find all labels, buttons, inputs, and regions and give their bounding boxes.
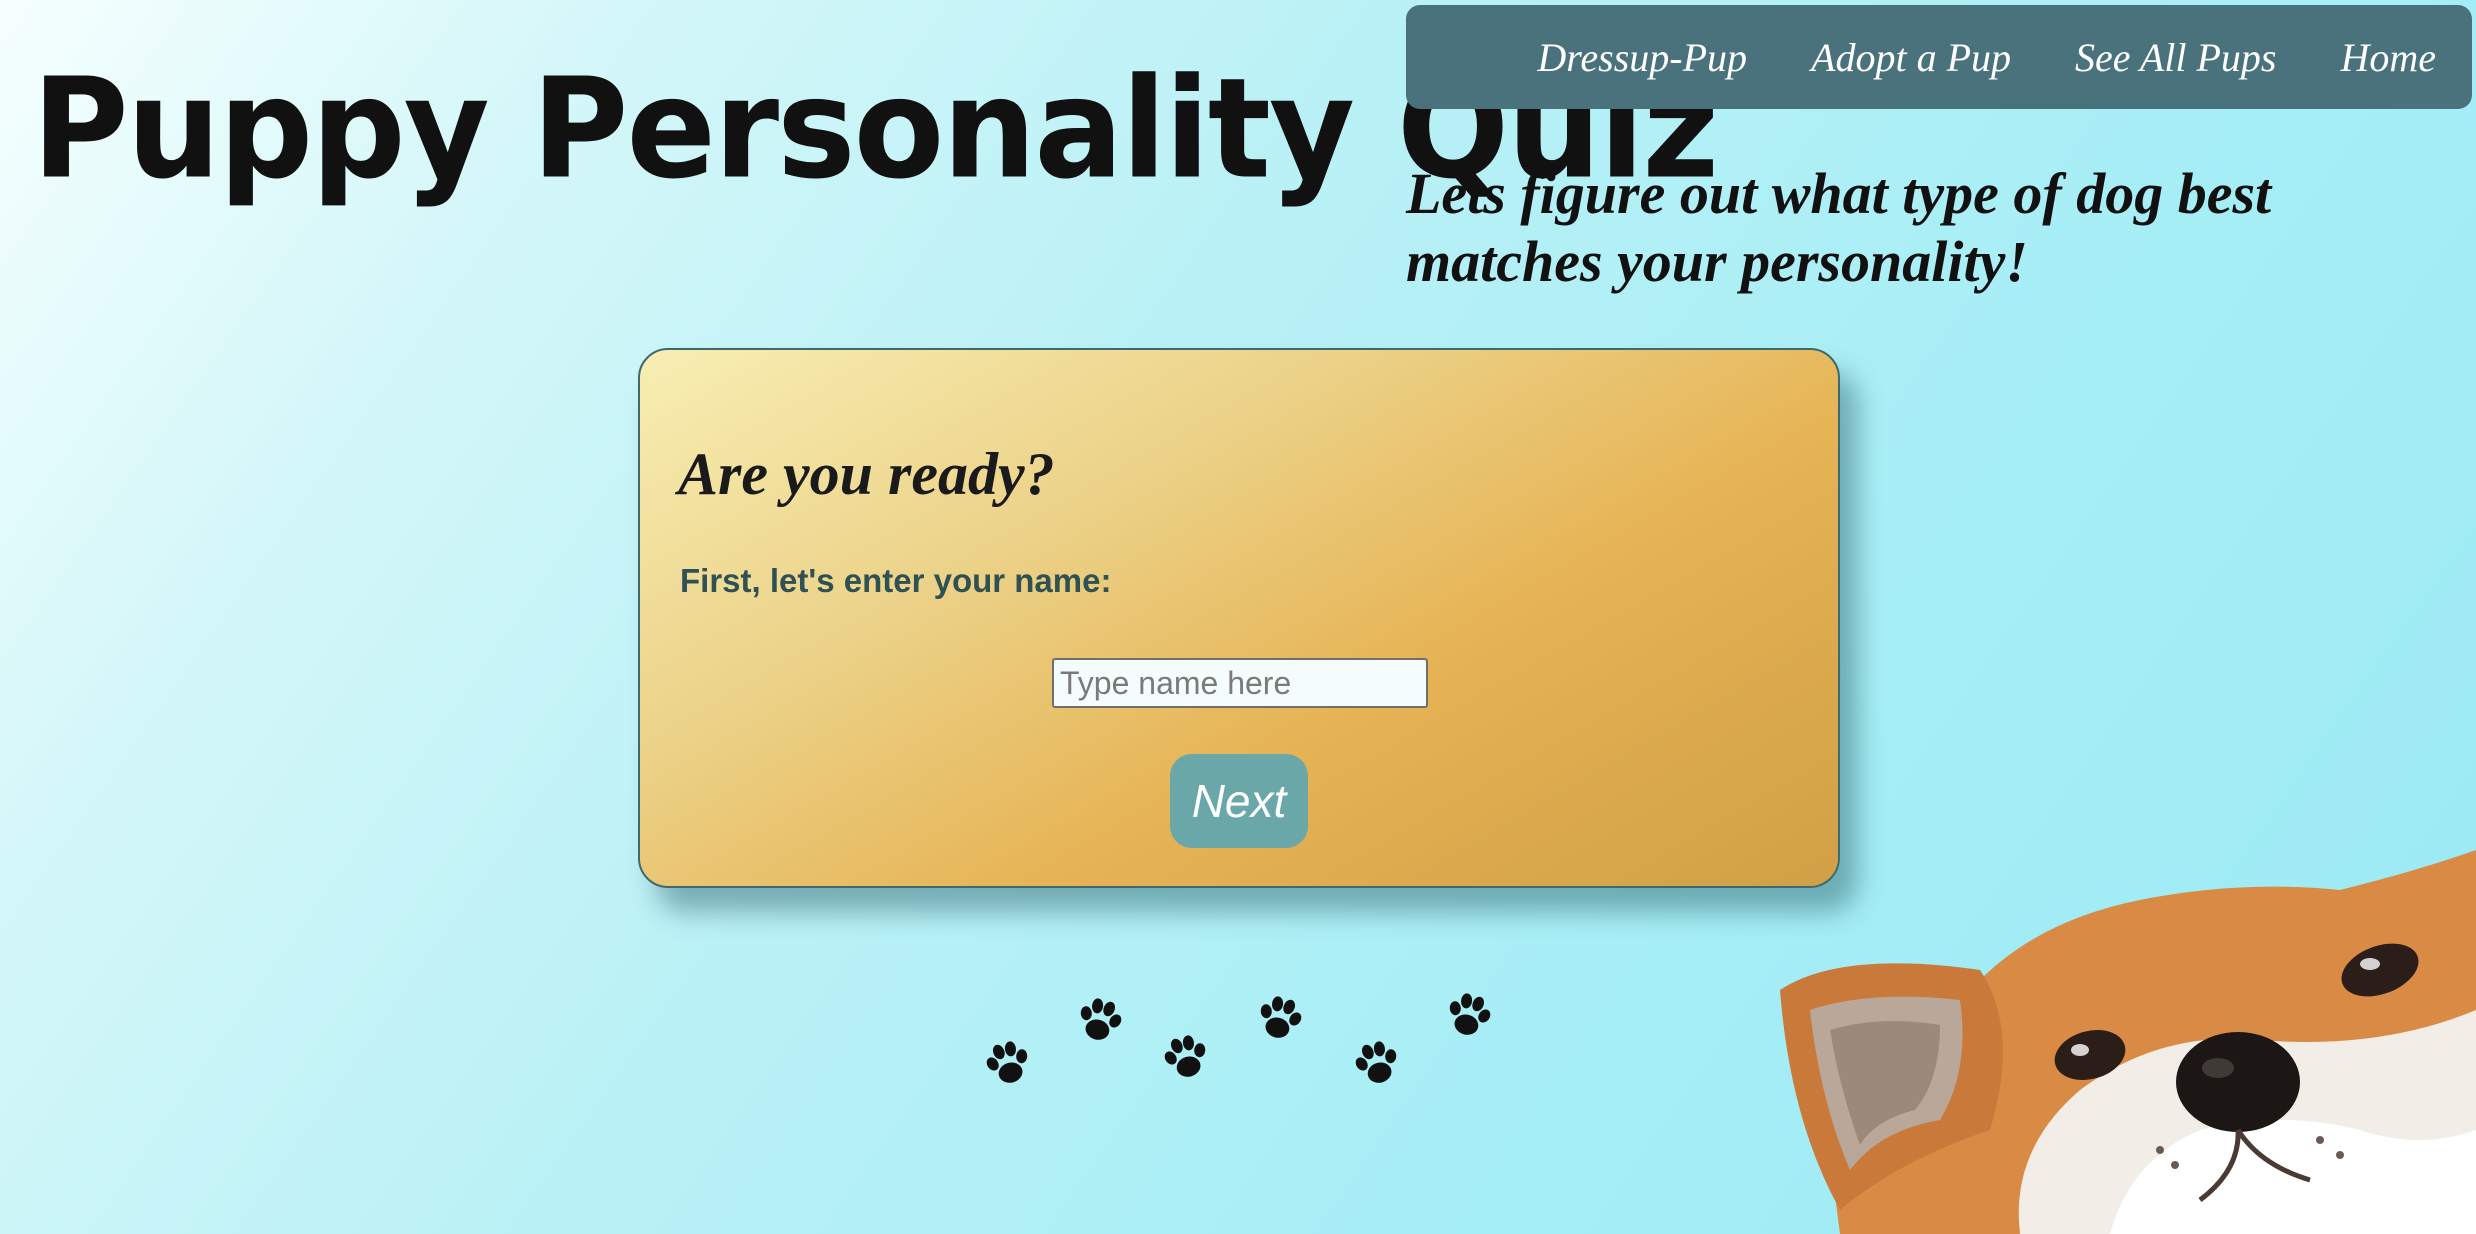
nav-link-see-all-pups[interactable]: See All Pups xyxy=(2075,34,2276,81)
paw-print-icon xyxy=(1077,995,1123,1045)
nav-link-adopt-a-pup[interactable]: Adopt a Pup xyxy=(1811,34,2011,81)
nav-link-dressup-pup[interactable]: Dressup-Pup xyxy=(1537,34,1747,81)
paw-print-icon xyxy=(1163,1032,1209,1082)
paw-print-icon xyxy=(1257,993,1303,1043)
quiz-heading: Are you ready? xyxy=(678,441,1055,507)
name-prompt-label: First, let's enter your name: xyxy=(680,562,1112,599)
nav-link-home[interactable]: Home xyxy=(2340,34,2436,81)
quiz-card: Are you ready? First, let's enter your n… xyxy=(638,348,1840,888)
paw-print-icon xyxy=(1354,1038,1400,1088)
top-nav: Dressup-Pup Adopt a Pup See All Pups Hom… xyxy=(1406,5,2472,109)
next-button[interactable]: Next xyxy=(1170,754,1308,848)
dog-illustration xyxy=(1780,850,2476,1234)
page-tagline: Lets figure out what type of dog best ma… xyxy=(1406,161,2272,294)
paw-print-icon xyxy=(1446,990,1492,1040)
name-input[interactable] xyxy=(1052,658,1428,708)
paw-print-icon xyxy=(985,1038,1031,1088)
